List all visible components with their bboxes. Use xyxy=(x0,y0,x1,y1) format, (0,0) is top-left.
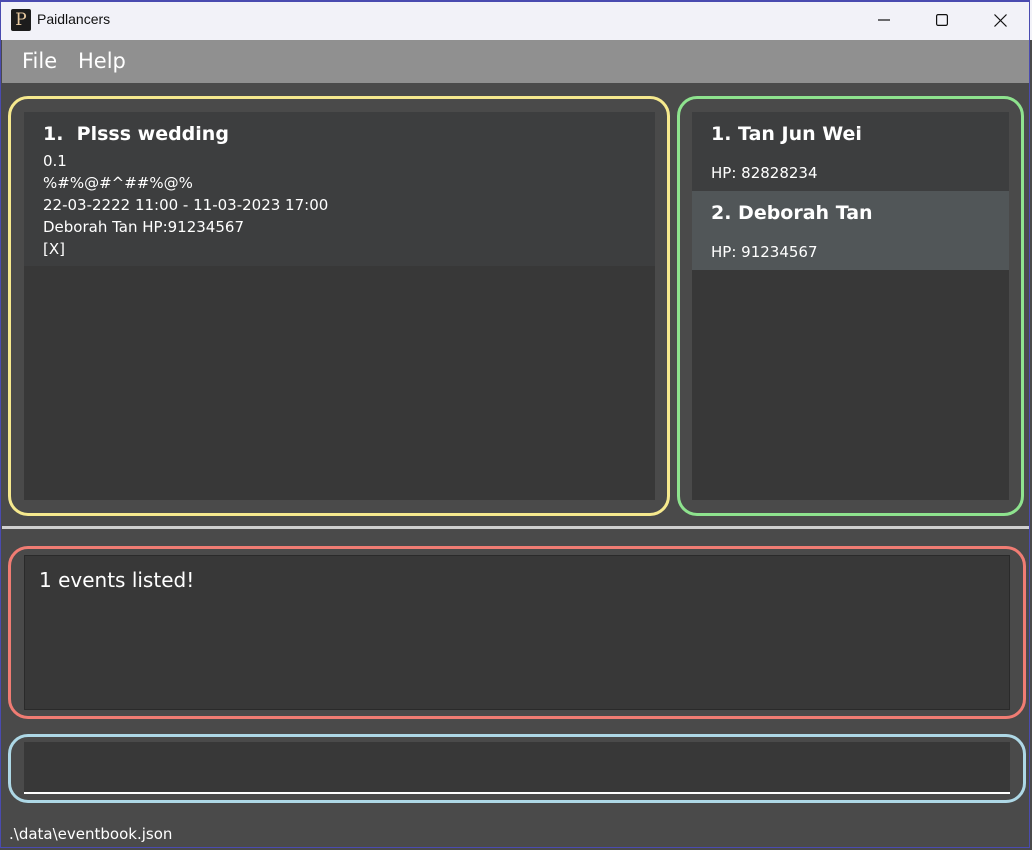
title-bar[interactable]: P Paidlancers xyxy=(0,0,1032,40)
person-card-selected[interactable]: 2. Deborah Tan HP: 91234567 xyxy=(692,191,1009,270)
window-title: Paidlancers xyxy=(37,11,111,27)
maximize-button[interactable] xyxy=(919,0,965,40)
menu-help[interactable]: Help xyxy=(78,49,126,73)
split-divider[interactable] xyxy=(2,526,1030,529)
event-rate: 0.1 xyxy=(43,152,67,170)
person-name: 1. Tan Jun Wei xyxy=(711,123,862,145)
minimize-icon xyxy=(878,19,890,21)
event-client: Deborah Tan HP:91234567 xyxy=(43,218,244,236)
event-timing: 22-03-2222 11:00 - 11-03-2023 17:00 xyxy=(43,196,329,214)
person-card[interactable]: 1. Tan Jun Wei HP: 82828234 xyxy=(692,112,1009,191)
paidlancers-app-icon: P xyxy=(11,9,31,31)
status-bar: .\data\eventbook.json xyxy=(2,815,1030,848)
event-address: %#%@#^##%@% xyxy=(43,174,193,192)
close-icon xyxy=(993,13,1007,27)
person-name: 2. Deborah Tan xyxy=(711,202,873,224)
person-phone: HP: 82828234 xyxy=(711,164,818,182)
command-input[interactable] xyxy=(24,742,1010,794)
event-card[interactable]: 1. Plsss wedding 0.1 %#%@#^##%@% 22-03-2… xyxy=(24,112,655,266)
menu-bar: File Help xyxy=(2,40,1030,83)
menu-file[interactable]: File xyxy=(22,49,57,73)
event-title: 1. Plsss wedding xyxy=(43,123,229,145)
maximize-icon xyxy=(936,14,948,26)
minimize-button[interactable] xyxy=(861,0,907,40)
close-button[interactable] xyxy=(977,0,1023,40)
result-display[interactable]: 1 events listed! xyxy=(24,555,1010,710)
status-file-path: .\data\eventbook.json xyxy=(9,825,173,843)
person-phone: HP: 91234567 xyxy=(711,243,818,261)
event-status: [X] xyxy=(43,240,65,258)
result-message: 1 events listed! xyxy=(39,568,195,592)
